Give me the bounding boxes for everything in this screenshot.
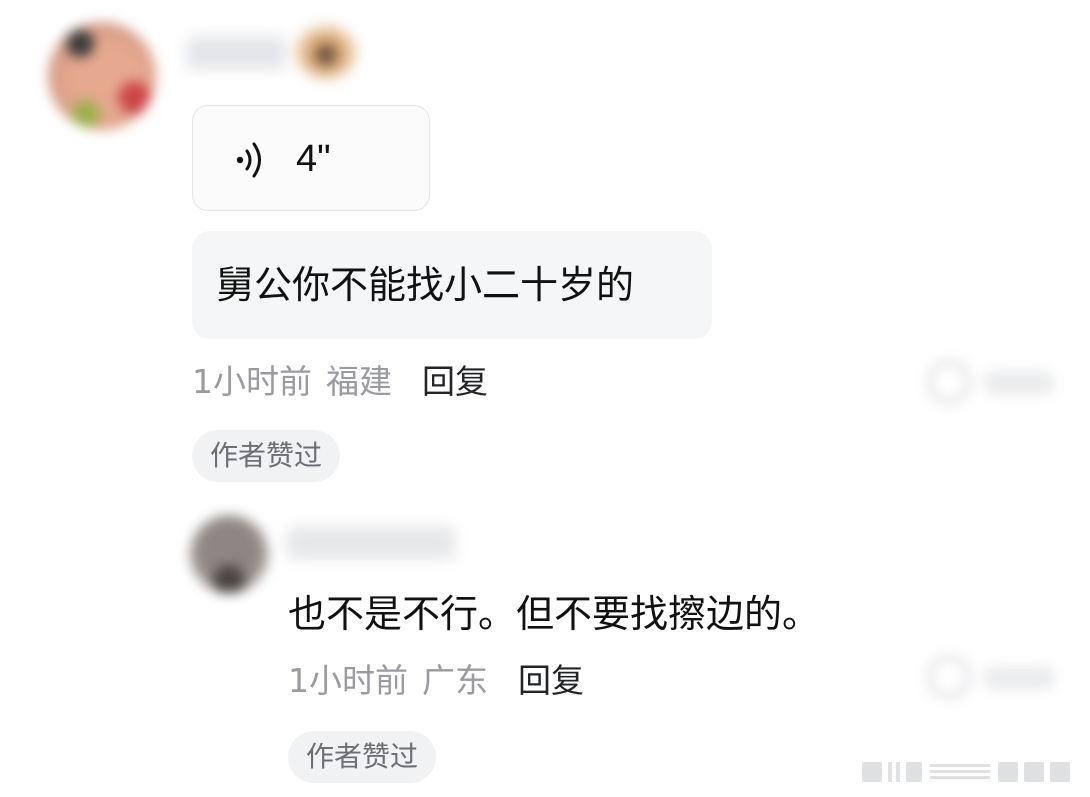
comment-time: 1小时前 xyxy=(288,661,408,700)
voice-duration: 4" xyxy=(296,138,331,180)
reply-text: 也不是不行。但不要找擦边的。 xyxy=(288,592,821,636)
comment-location: 广东 xyxy=(422,661,488,700)
avatar[interactable] xyxy=(190,515,268,593)
avatar[interactable] xyxy=(48,22,156,130)
comment-time: 1小时前 xyxy=(192,362,312,401)
reply-button[interactable]: 回复 xyxy=(518,661,584,700)
comment-meta: 1小时前 广东 回复 xyxy=(288,660,584,702)
username-blurred[interactable] xyxy=(286,526,456,560)
watermark-icon xyxy=(862,762,1070,782)
author-liked-badge: 作者赞过 xyxy=(288,731,437,783)
username-blurred[interactable] xyxy=(186,36,286,70)
voice-wave-icon xyxy=(236,142,261,178)
like-icon[interactable] xyxy=(918,650,1068,706)
reply-button[interactable]: 回复 xyxy=(422,362,488,401)
user-badge-icon xyxy=(296,26,356,78)
comment-thread: 4" 舅公你不能找小二十岁的 1小时前 福建 回复 作者赞过 也不是不行。但不要找擦… xyxy=(0,0,1090,797)
comment-meta: 1小时前 福建 回复 xyxy=(192,361,488,403)
author-liked-badge: 作者赞过 xyxy=(192,430,341,482)
like-icon[interactable] xyxy=(918,355,1068,411)
comment-location: 福建 xyxy=(326,362,392,401)
comment-text: 舅公你不能找小二十岁的 xyxy=(216,263,635,307)
